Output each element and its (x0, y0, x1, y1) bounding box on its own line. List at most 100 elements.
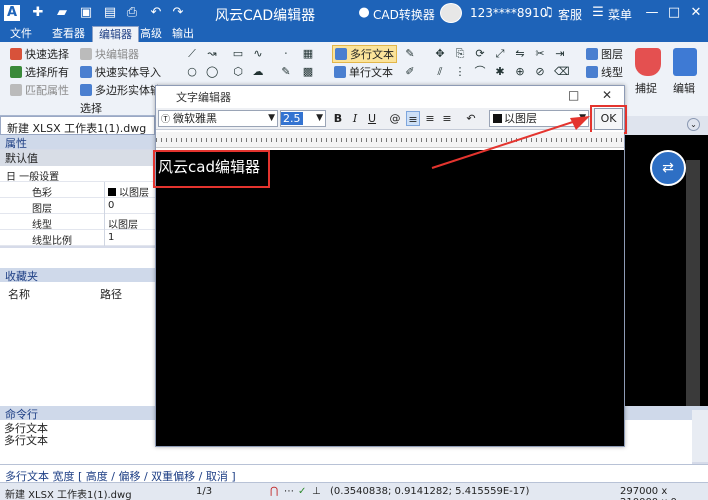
quick-select-button[interactable]: 快速选择 (10, 46, 69, 62)
cloud-icon[interactable]: ☁ (252, 66, 264, 78)
ribbon-tabs: 文件 查看器 编辑器 高级 输出 (0, 26, 708, 42)
mirror-icon[interactable]: ⇋ (514, 48, 526, 60)
underline-button[interactable]: U (365, 111, 379, 126)
arrow-head (570, 116, 590, 130)
block-icon (80, 48, 92, 60)
document-tab[interactable]: 新建 XLSX 工作表1(1).dwg (0, 116, 155, 135)
cad-convert-icon[interactable]: ● (356, 5, 372, 21)
status-bar: 新建 XLSX 工作表1(1).dwg 1/3 ⋂ ⋯ ✓ ⊥ (0.35408… (0, 482, 708, 500)
break-icon[interactable]: ⊘ (534, 66, 546, 78)
service-link[interactable]: 客服 (558, 6, 582, 23)
redo-icon[interactable]: ↷ (170, 5, 186, 21)
snap-button[interactable]: 捕捉 (635, 80, 657, 96)
fillet-icon[interactable]: ⌒ (474, 66, 486, 78)
command-scrollbar[interactable] (692, 410, 708, 462)
match-properties-button[interactable]: 匹配属性 (10, 82, 69, 98)
minimize-button[interactable]: — (644, 5, 660, 21)
undo-icon[interactable]: ↶ (148, 5, 164, 21)
ortho-toggle-icon[interactable]: ✓ (298, 486, 306, 497)
pen-icon[interactable]: ✎ (280, 66, 292, 78)
text-edit-icon[interactable]: ✐ (404, 66, 416, 78)
linetype-button[interactable]: 线型 (586, 64, 623, 80)
align-left-icon[interactable]: ≡ (406, 111, 420, 126)
print-icon[interactable]: ⎙ (124, 5, 140, 21)
circle-icon[interactable]: ○ (186, 66, 198, 78)
avatar[interactable] (440, 3, 462, 23)
font-size-input[interactable]: 2.5 ▼ (280, 110, 326, 127)
tab-editor[interactable]: 编辑器 (92, 26, 139, 42)
fill-icon[interactable]: ▩ (302, 66, 314, 78)
brush-icon (10, 84, 22, 96)
table-row[interactable]: 图层 0 (0, 198, 155, 215)
status-page: 1/3 (196, 486, 213, 497)
table-row[interactable]: 色彩 以图层 (0, 182, 155, 199)
save-as-icon[interactable]: ▤ (102, 5, 118, 21)
properties-default[interactable]: 默认值 (0, 150, 155, 166)
extend-icon[interactable]: ⇥ (554, 48, 566, 60)
polyline-icon[interactable]: ↝ (206, 48, 218, 60)
copy-icon[interactable]: ⎘ (454, 48, 466, 60)
layer-button[interactable]: 图层 (586, 46, 623, 62)
rotate-icon[interactable]: ⟳ (474, 48, 486, 60)
polygon-draw-icon[interactable]: ⬡ (232, 66, 244, 78)
user-name[interactable]: 123****8910 (470, 6, 547, 20)
edit-button[interactable]: 编辑 (673, 80, 695, 96)
rectangle-icon[interactable]: ▭ (232, 48, 244, 60)
move-icon[interactable]: ✥ (434, 48, 446, 60)
tab-file[interactable]: 文件 (4, 26, 38, 42)
table-row[interactable]: 线型 以图层 (0, 214, 155, 231)
tab-viewer[interactable]: 查看器 (46, 26, 91, 42)
block-editor-button[interactable]: 块编辑器 (80, 46, 139, 62)
trim-icon[interactable]: ✂ (534, 48, 546, 60)
spline-icon[interactable]: ∿ (252, 48, 264, 60)
chevron-down-icon[interactable]: ⌄ (687, 118, 700, 131)
select-all-button[interactable]: 选择所有 (10, 64, 69, 80)
erase-icon[interactable]: ⌫ (554, 66, 570, 78)
properties-section[interactable]: 日 一般设置 (0, 166, 155, 183)
polar-toggle-icon[interactable]: ⊥ (312, 486, 321, 497)
favorites-col-name[interactable]: 名称 (8, 286, 30, 302)
menu-icon[interactable]: ☰ (590, 5, 606, 21)
quick-entity-import-button[interactable]: 快速实体导入 (80, 64, 161, 80)
grid-toggle-icon[interactable]: ⋯ (284, 486, 294, 497)
layers-icon (586, 48, 598, 60)
headset-icon[interactable]: ♫ (540, 5, 556, 21)
italic-button[interactable]: I (348, 111, 362, 126)
hatch-icon[interactable]: ▦ (302, 48, 314, 60)
join-icon[interactable]: ⊕ (514, 66, 526, 78)
close-button[interactable]: ✕ (688, 5, 704, 21)
symbol-button[interactable]: @ (388, 111, 402, 126)
array-icon[interactable]: ⋮ (454, 66, 466, 78)
font-select[interactable]: Ⓣ 微软雅黑 ▼ (158, 110, 278, 127)
favorites-col-path[interactable]: 路径 (100, 286, 122, 302)
line-icon[interactable]: ⟋ (186, 48, 198, 60)
favorites-header: 收藏夹 (0, 268, 155, 283)
table-row[interactable]: 线型比例 1 (0, 230, 155, 247)
text-style-icon[interactable]: ✎ (404, 48, 416, 60)
select-all-icon (10, 66, 22, 78)
tab-advanced[interactable]: 高级 (134, 26, 168, 42)
canvas-scrollbar[interactable] (686, 160, 700, 410)
import-icon (80, 66, 92, 78)
status-file: 新建 XLSX 工作表1(1).dwg (5, 490, 132, 500)
command-input[interactable]: 多行文本 宽度 [ 高度 / 偏移 / 双重偏移 / 取消 ] (0, 464, 708, 483)
menu-link[interactable]: 菜单 (608, 6, 632, 23)
open-icon[interactable]: ▰ (54, 5, 70, 21)
tab-output[interactable]: 输出 (166, 26, 200, 42)
multiline-text-button[interactable]: 多行文本 (332, 45, 397, 63)
explode-icon[interactable]: ✱ (494, 66, 506, 78)
text-edit-area[interactable]: 风云cad编辑器 (153, 150, 624, 446)
point-icon[interactable]: ⋅ (280, 48, 292, 60)
new-icon[interactable]: ✚ (30, 5, 46, 21)
save-icon[interactable]: ▣ (78, 5, 94, 21)
scale-icon[interactable]: ⤢ (494, 48, 506, 60)
cad-convert-link[interactable]: CAD转换器 (373, 6, 435, 23)
ellipse-icon[interactable]: ◯ (206, 66, 218, 78)
bold-button[interactable]: B (331, 111, 345, 126)
maximize-button[interactable]: □ (666, 5, 682, 21)
offset-icon[interactable]: ⫽ (434, 66, 446, 78)
snap-toggle-icon[interactable]: ⋂ (270, 486, 278, 497)
polygon-entity-button[interactable]: 多边形实体输 (80, 82, 161, 98)
singleline-text-button[interactable]: 单行文本 (334, 64, 393, 80)
translate-icon[interactable]: ⇄ (650, 150, 686, 186)
